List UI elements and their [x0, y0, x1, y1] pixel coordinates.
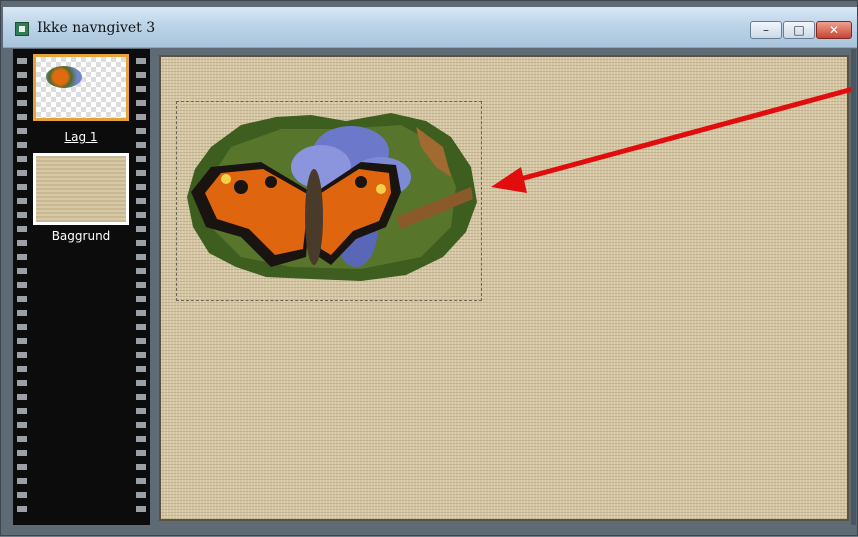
image-window: Ikke navngivet 3 – □ ✕ Lag 1 Baggrund [0, 0, 858, 536]
minimize-button[interactable]: – [750, 21, 782, 39]
maximize-button[interactable]: □ [783, 21, 815, 39]
layer-thumbnail-preview [46, 66, 82, 88]
butterfly-image-layer[interactable] [181, 107, 481, 287]
title-bar[interactable]: Ikke navngivet 3 – □ ✕ [3, 7, 857, 48]
layer-thumbnail-lag1[interactable] [33, 54, 129, 121]
film-perforation-left [17, 53, 27, 519]
window-edge [851, 49, 856, 525]
minimize-icon: – [763, 23, 769, 37]
window-title: Ikke navngivet 3 [37, 20, 156, 36]
close-button[interactable]: ✕ [816, 21, 852, 39]
film-perforation-right [136, 53, 146, 519]
close-icon: ✕ [828, 23, 840, 37]
maximize-icon: □ [793, 23, 805, 37]
app-document-icon[interactable] [15, 22, 29, 36]
layer-label-baggrund[interactable]: Baggrund [26, 229, 136, 243]
layer-label-lag1[interactable]: Lag 1 [26, 130, 136, 144]
layer-thumbnail-baggrund[interactable] [33, 153, 129, 225]
layer-filmstrip: Lag 1 Baggrund [13, 49, 150, 525]
